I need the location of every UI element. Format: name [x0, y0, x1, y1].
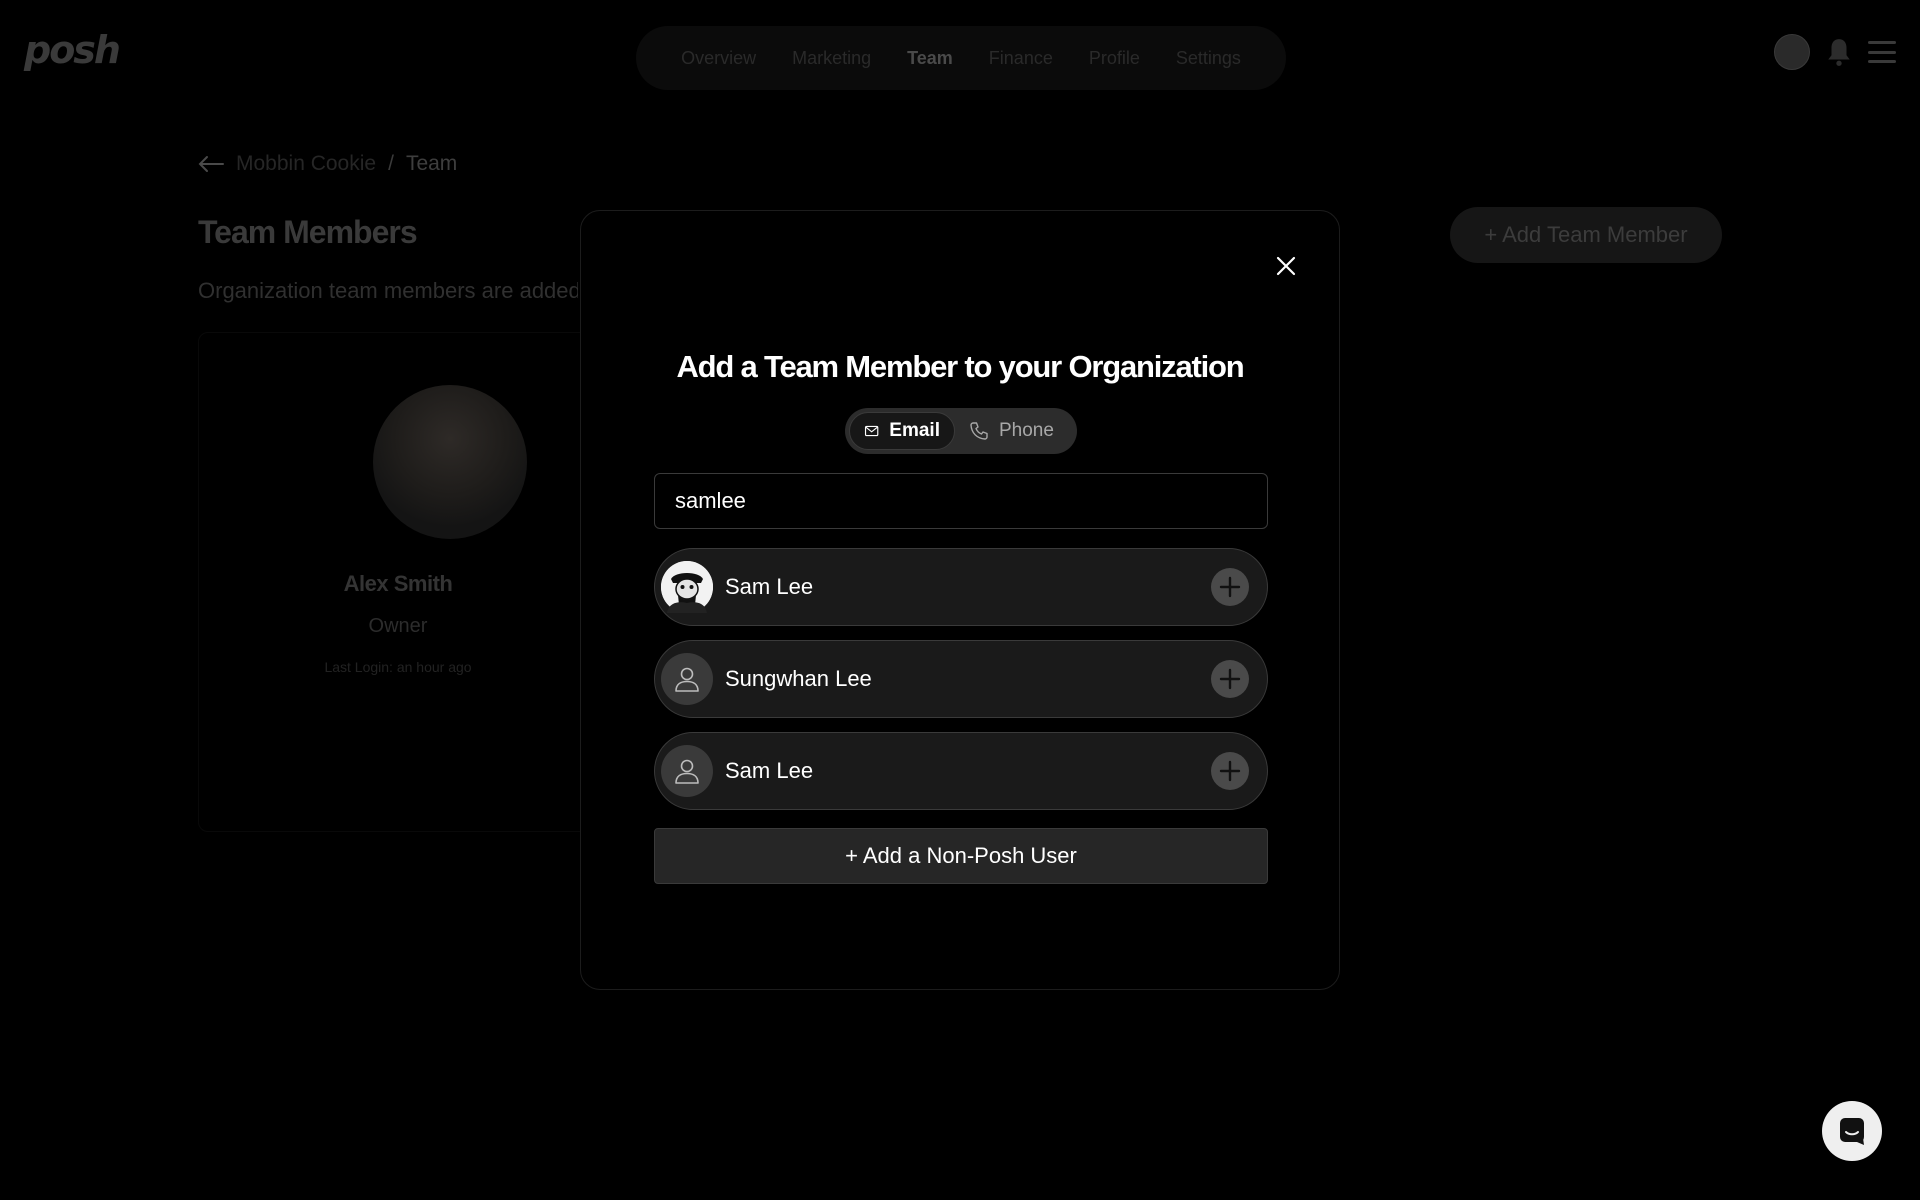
user-avatar [661, 745, 713, 797]
nav-item-overview[interactable]: Overview [681, 48, 756, 69]
avatar-photo-icon [661, 561, 713, 613]
breadcrumb: Mobbin Cookie / Team [198, 152, 457, 176]
result-name: Sungwhan Lee [725, 666, 872, 691]
top-nav: Overview Marketing Team Finance Profile … [636, 26, 1286, 90]
result-name: Sam Lee [725, 574, 814, 599]
phone-toggle-option[interactable]: Phone [955, 412, 1068, 450]
member-avatar [373, 385, 527, 539]
mail-icon [864, 425, 879, 437]
add-user-button[interactable] [1211, 660, 1249, 698]
user-avatar [661, 653, 713, 705]
contact-method-toggle: Email Phone [845, 408, 1077, 454]
bell-icon[interactable] [1826, 37, 1852, 67]
nav-item-marketing[interactable]: Marketing [792, 48, 871, 69]
member-card: Alex Smith Owner Last Login: an hour ago [198, 332, 598, 832]
user-icon [675, 667, 699, 692]
search-result-item: Sam Lee [654, 548, 1268, 626]
search-result-item: Sungwhan Lee [654, 640, 1268, 718]
breadcrumb-separator: / [388, 152, 394, 175]
menu-icon[interactable] [1868, 41, 1896, 63]
top-right-controls [1774, 34, 1896, 70]
add-non-posh-user-button[interactable]: + Add a Non-Posh User [654, 828, 1268, 884]
chat-icon [1840, 1118, 1864, 1145]
nav-item-settings[interactable]: Settings [1176, 48, 1241, 69]
plus-icon [1219, 576, 1241, 598]
user-icon [675, 759, 699, 784]
member-last-login: Last Login: an hour ago [324, 659, 472, 675]
page-subtitle: Organization team members are added t [198, 278, 578, 303]
close-icon[interactable] [1273, 253, 1299, 279]
add-team-member-button[interactable]: + Add Team Member [1450, 207, 1722, 263]
nav-item-finance[interactable]: Finance [989, 48, 1053, 69]
chat-support-button[interactable] [1822, 1101, 1882, 1161]
plus-icon [1219, 668, 1241, 690]
nav-item-team[interactable]: Team [907, 48, 953, 69]
page-title: Team Members [198, 214, 418, 250]
result-name: Sam Lee [725, 758, 814, 783]
search-input[interactable] [654, 473, 1268, 529]
search-result-item: Sam Lee [654, 732, 1268, 810]
add-user-button[interactable] [1211, 568, 1249, 606]
phone-toggle-label: Phone [999, 420, 1054, 441]
phone-icon [970, 422, 988, 440]
add-user-button[interactable] [1211, 752, 1249, 790]
back-arrow-icon[interactable] [198, 154, 224, 174]
add-team-member-modal: Add a Team Member to your Organization E… [580, 210, 1340, 990]
user-avatar [661, 561, 713, 613]
email-toggle-label: Email [889, 420, 940, 441]
member-role: Owner [368, 615, 428, 637]
modal-title: Add a Team Member to your Organization [676, 349, 1244, 384]
email-toggle-option[interactable]: Email [849, 412, 955, 450]
user-avatar[interactable] [1774, 34, 1810, 70]
nav-item-profile[interactable]: Profile [1089, 48, 1140, 69]
plus-icon [1219, 760, 1241, 782]
breadcrumb-org-link[interactable]: Mobbin Cookie [236, 152, 376, 176]
member-name: Alex Smith [343, 571, 453, 596]
posh-logo[interactable]: posh [24, 28, 121, 72]
breadcrumb-current: Team [405, 152, 458, 175]
